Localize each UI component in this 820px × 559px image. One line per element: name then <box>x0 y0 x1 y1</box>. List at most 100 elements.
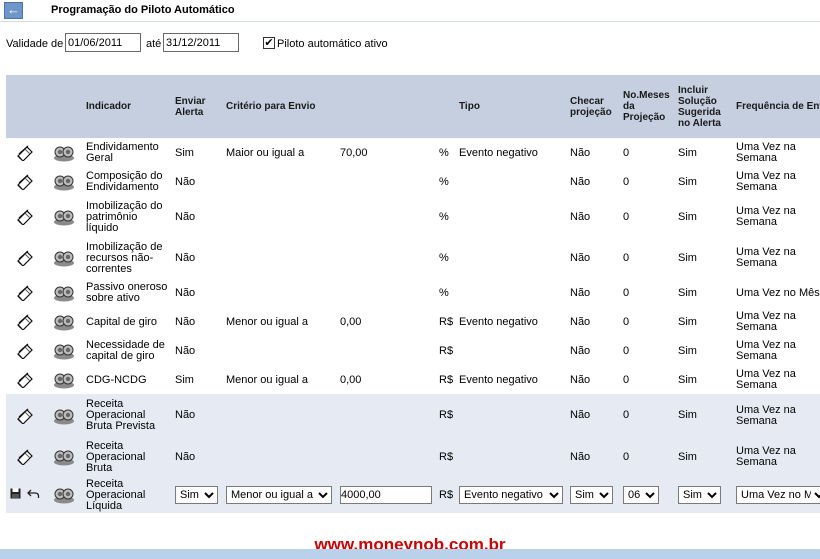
meses-select[interactable]: 06 <box>623 486 659 504</box>
frequencia-cell: Uma Vez na Semana <box>734 366 820 394</box>
table-row-editing: Receita Operacional Líquida Sim Menor ou i… <box>6 477 820 513</box>
valor-cell <box>338 437 437 477</box>
binoculars-icon[interactable] <box>44 477 84 513</box>
binoculars-icon[interactable] <box>44 394 84 437</box>
frequencia-cell: Uma Vez na Semana <box>734 437 820 477</box>
edit-icon[interactable] <box>6 366 44 394</box>
checar-cell: Não <box>568 138 621 168</box>
table-row: Receita Operacional Bruta Prevista Não R$ N… <box>6 394 820 437</box>
meses-cell: 0 <box>621 336 676 366</box>
meses-cell: 0 <box>621 308 676 336</box>
tipo-cell <box>457 238 568 278</box>
incluir-select[interactable]: Sim <box>678 486 721 504</box>
edit-icon[interactable] <box>6 278 44 308</box>
edit-icon[interactable] <box>6 138 44 168</box>
indicador-cell: Imobilização do patrimônio líquido <box>84 196 173 238</box>
binoculars-icon[interactable] <box>44 437 84 477</box>
incluir-cell: Sim <box>676 394 734 437</box>
frequencia-cell: Uma Vez na Semana <box>734 238 820 278</box>
tipo-cell: Evento negativo <box>457 138 568 168</box>
frequencia-select[interactable]: Uma Vez no Mês <box>736 486 820 504</box>
hdr-unidade <box>437 75 457 138</box>
validity-from-input[interactable] <box>65 33 141 52</box>
edit-icon[interactable] <box>6 238 44 278</box>
tipo-cell <box>457 336 568 366</box>
hdr-edit <box>6 75 44 138</box>
unidade-cell: % <box>437 168 457 196</box>
tipo-select[interactable]: Evento negativo <box>459 486 563 504</box>
alerts-table: Indicador Enviar Alerta Critério para Envi… <box>6 75 820 513</box>
valor-cell <box>338 394 437 437</box>
table-row: Endividamento Geral Sim Maior ou igual a 70… <box>6 138 820 168</box>
hdr-incluir: Incluir Solução Sugerida no Alerta <box>676 75 734 138</box>
enviar-alerta-cell: Sim <box>173 366 224 394</box>
back-arrow-icon[interactable]: ← <box>4 2 23 19</box>
tipo-cell: Evento negativo <box>457 308 568 336</box>
undo-icon[interactable] <box>27 488 40 502</box>
criterio-select[interactable]: Menor ou igual a <box>226 486 332 504</box>
enviar-alerta-cell: Não <box>173 437 224 477</box>
indicador-cell: CDG-NCDG <box>84 366 173 394</box>
frequencia-cell: Uma Vez na Semana <box>734 168 820 196</box>
edit-icon[interactable] <box>6 168 44 196</box>
edit-icon[interactable] <box>6 196 44 238</box>
save-icon[interactable] <box>10 488 21 502</box>
binoculars-icon[interactable] <box>44 336 84 366</box>
tipo-cell <box>457 394 568 437</box>
binoculars-icon[interactable] <box>44 238 84 278</box>
validity-from-label: Validade de <box>6 38 64 50</box>
hdr-enviar-alerta: Enviar Alerta <box>173 75 224 138</box>
unidade-cell: R$ <box>437 437 457 477</box>
binoculars-icon[interactable] <box>44 196 84 238</box>
unidade-cell: % <box>437 238 457 278</box>
checar-cell: Não <box>568 366 621 394</box>
frequencia-cell: Uma Vez na Semana <box>734 336 820 366</box>
criterio-cell: Menor ou igual a <box>224 477 338 513</box>
edit-icon[interactable] <box>6 394 44 437</box>
binoculars-icon[interactable] <box>44 168 84 196</box>
indicador-cell: Capital de giro <box>84 308 173 336</box>
table-row: CDG-NCDG Sim Menor ou igual a 0,00 R$ Evento … <box>6 366 820 394</box>
edit-icon[interactable] <box>6 437 44 477</box>
indicador-cell: Receita Operacional Líquida <box>84 477 173 513</box>
hdr-view <box>44 75 84 138</box>
valor-cell <box>338 196 437 238</box>
meses-cell: 0 <box>621 278 676 308</box>
enviar-alerta-cell: Sim <box>173 138 224 168</box>
tipo-cell <box>457 196 568 238</box>
enviar-alerta-cell: Não <box>173 278 224 308</box>
frequencia-cell: Uma Vez na Semana <box>734 196 820 238</box>
indicador-cell: Imobilização de recursos não-correntes <box>84 238 173 278</box>
table-row: Necessidade de capital de giro Não R$ Não 0 S… <box>6 336 820 366</box>
valor-cell <box>338 168 437 196</box>
edit-icon[interactable] <box>6 308 44 336</box>
incluir-cell: Sim <box>676 138 734 168</box>
validity-to-input[interactable] <box>163 33 239 52</box>
incluir-cell: Sim <box>676 238 734 278</box>
unidade-cell: R$ <box>437 366 457 394</box>
hdr-frequencia: Frequência de Envio <box>734 75 820 138</box>
meses-cell: 0 <box>621 168 676 196</box>
page-title: Programação do Piloto Automático <box>51 4 235 16</box>
criterio-cell <box>224 196 338 238</box>
indicador-cell: Receita Operacional Bruta <box>84 437 173 477</box>
enviar-alerta-select[interactable]: Sim <box>175 486 218 504</box>
valor-cell <box>338 278 437 308</box>
criterio-cell: Menor ou igual a <box>224 366 338 394</box>
edit-icon[interactable] <box>6 336 44 366</box>
frequencia-cell: Uma Vez na Semana <box>734 394 820 437</box>
binoculars-icon[interactable] <box>44 138 84 168</box>
checar-select[interactable]: Sim <box>570 486 613 504</box>
checar-cell: Não <box>568 394 621 437</box>
binoculars-icon[interactable] <box>44 278 84 308</box>
meses-cell: 0 <box>621 437 676 477</box>
valor-cell <box>338 336 437 366</box>
unidade-cell: % <box>437 196 457 238</box>
criterio-cell: Menor ou igual a <box>224 308 338 336</box>
checar-cell: Não <box>568 437 621 477</box>
autopilot-checkbox[interactable]: ✔ <box>263 37 275 49</box>
binoculars-icon[interactable] <box>44 308 84 336</box>
binoculars-icon[interactable] <box>44 366 84 394</box>
indicador-cell: Necessidade de capital de giro <box>84 336 173 366</box>
valor-input[interactable] <box>340 486 432 504</box>
